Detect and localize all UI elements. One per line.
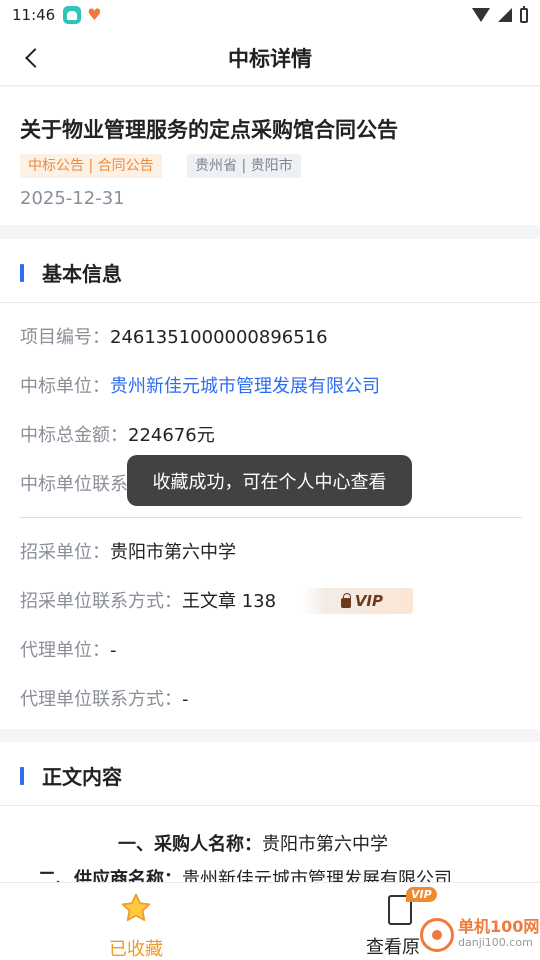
watermark-name: 单机100网: [458, 917, 540, 936]
agent-contact-label: 代理单位联系方式：: [20, 689, 182, 710]
agent-value: -: [110, 640, 117, 661]
app-notification-icon: [63, 6, 82, 24]
agent-label: 代理单位：: [20, 640, 110, 661]
section-title: 基本信息: [42, 262, 122, 286]
body-line-buyer: 一、采购人名称：贵阳市第六中学: [118, 830, 388, 856]
agent-row: 代理单位：-: [20, 636, 117, 662]
buyer-label: 招采单位：: [20, 542, 110, 563]
winner-link[interactable]: 贵州新佳元城市管理发展有限公司: [110, 376, 380, 397]
vip-label: VIP: [354, 592, 383, 610]
vip-unlock-button[interactable]: VIP: [303, 588, 413, 614]
buyer-value: 贵阳市第六中学: [110, 542, 236, 563]
agent-contact-row: 代理单位联系方式：-: [20, 685, 189, 711]
back-arrow-icon[interactable]: [22, 46, 44, 70]
star-icon: [121, 893, 151, 922]
notice-date: 2025-12-31: [20, 188, 125, 209]
section-header: 基本信息: [0, 239, 540, 303]
total-amount-row: 中标总金额：224676元: [20, 421, 215, 447]
title-bar: 中标详情: [0, 30, 540, 86]
signal-icon: [498, 8, 512, 22]
project-number-label: 项目编号：: [20, 327, 110, 348]
section-title: 正文内容: [42, 765, 122, 789]
page-title: 中标详情: [228, 46, 312, 71]
winner-contact-row: 中标单位联系: [20, 470, 128, 496]
project-number-value: 2461351000000896516: [110, 327, 328, 348]
winner-contact-label: 中标单位联系: [20, 474, 128, 495]
total-amount-value: 224676元: [128, 425, 215, 446]
section-accent-bar: [20, 264, 24, 282]
winner-row: 中标单位：贵州新佳元城市管理发展有限公司: [20, 372, 380, 398]
notice-type-tag: 中标公告 | 合同公告: [20, 154, 162, 178]
divider: [20, 517, 522, 518]
total-amount-label: 中标总金额：: [20, 425, 128, 446]
view-original-label: 查看原: [366, 937, 420, 958]
winner-label: 中标单位：: [20, 376, 110, 397]
region-tag: 贵州省 | 贵阳市: [187, 154, 301, 178]
content-section: 正文内容 一、采购人名称：贵阳市第六中学 二、供应商名称：贵州新佳元城市管理发展…: [0, 742, 540, 890]
buyer-row: 招采单位：贵阳市第六中学: [20, 538, 236, 564]
wifi-icon: [472, 8, 490, 22]
notice-title: 关于物业管理服务的定点采购馆合同公告: [20, 118, 398, 142]
section-header: 正文内容: [0, 742, 540, 806]
buyer-contact-value: 王文章 138: [182, 591, 277, 612]
agent-contact-value: -: [182, 689, 189, 710]
favorite-label: 已收藏: [109, 939, 163, 960]
buyer-contact-label: 招采单位联系方式：: [20, 591, 182, 612]
notice-header-card: 关于物业管理服务的定点采购馆合同公告 中标公告 | 合同公告 贵州省 | 贵阳市…: [0, 87, 540, 225]
favorite-button[interactable]: 已收藏: [100, 891, 172, 960]
body-buyer-value: 贵阳市第六中学: [262, 834, 388, 855]
watermark-url: danji100.com: [458, 936, 533, 949]
status-bar: 11:46 ♥: [0, 0, 540, 30]
toast-message: 收藏成功，可在个人中心查看: [127, 455, 412, 506]
status-time: 11:46: [12, 6, 56, 24]
buyer-contact-row: 招采单位联系方式：王文章 138 VIP: [20, 587, 413, 614]
watermark: 单机100网 danji100.com: [420, 918, 539, 952]
lock-icon: [340, 592, 351, 608]
vip-badge: VIP: [406, 887, 437, 902]
project-number-row: 项目编号：2461351000000896516: [20, 323, 328, 349]
watermark-logo-icon: [420, 918, 454, 952]
section-accent-bar: [20, 767, 24, 785]
heart-app-icon: ♥: [87, 5, 102, 24]
battery-icon: [520, 5, 528, 23]
body-buyer-label: 一、采购人名称：: [118, 834, 262, 855]
